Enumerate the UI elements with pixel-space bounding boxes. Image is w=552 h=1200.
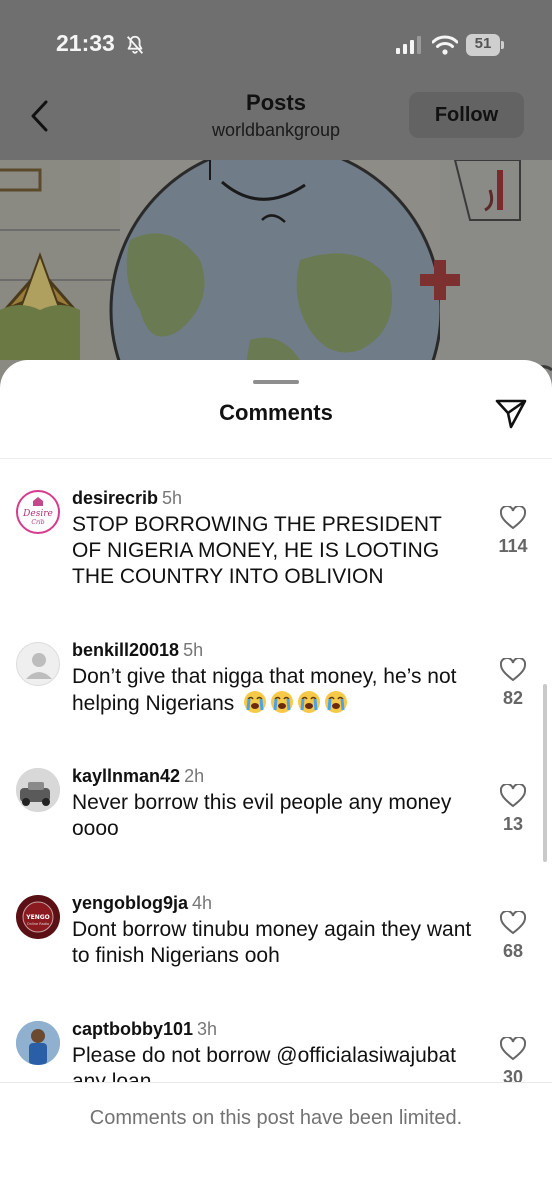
comment-username[interactable]: yengoblog9ja [72,893,188,913]
comment-header: desirecrib 5h [72,488,182,509]
comment-time: 5h [183,640,204,660]
avatar[interactable] [16,768,60,812]
status-bar: 21:33 51 [0,0,552,90]
status-time: 21:33 [56,30,115,56]
comment-header: benkill20018 5h [72,640,203,661]
comment-username[interactable]: desirecrib [72,488,158,508]
comment-username[interactable]: benkill20018 [72,640,179,660]
avatar[interactable] [16,1021,60,1065]
comments-limited-notice: Comments on this post have been limited. [89,1107,463,1129]
paper-plane-icon[interactable] [494,398,528,430]
comments-sheet: Comments Desire Crib desirecrib 5h STOP B… [0,360,552,1200]
comment-time: 2h [184,766,205,786]
heart-icon[interactable] [500,784,526,808]
sheet-title: Comments [219,400,333,425]
avatar-text: Crib [31,519,44,526]
battery-level: 51 [474,35,492,52]
avatar-text: Online Radio [27,922,49,926]
drag-handle[interactable] [253,380,299,384]
avatar[interactable]: YENGO Online Radio [16,895,60,939]
comment-text: Don’t give that nigga that money, he’s n… [72,664,472,717]
avatar[interactable] [16,642,60,686]
comment-time: 4h [192,893,213,913]
crying-face-icon [298,691,321,713]
comment-header: captbobby101 3h [72,1019,217,1040]
avatar-text: Desire [22,509,53,519]
avatar[interactable]: Desire Crib [16,490,60,534]
like-count: 30 [502,1067,524,1082]
comment-time: 3h [197,1019,218,1039]
comment-text: STOP BORROWING THE PRESIDENT OF NIGERIA … [72,513,442,588]
comment-text: Never borrow this evil people any money … [72,791,452,840]
like-count: 13 [502,814,524,834]
comment-header: yengoblog9ja 4h [72,893,212,914]
posts-header: Posts worldbankgroup Follow [0,90,552,160]
heart-icon[interactable] [500,506,526,530]
comments-list[interactable]: Desire Crib desirecrib 5h STOP BORROWING … [0,460,552,1082]
signal-icon [396,36,421,54]
avatar-text: YENGO [25,914,50,921]
bell-slash-icon [126,35,144,54]
follow-button[interactable]: Follow [409,92,524,138]
comment-text: Please do not borrow @officialasiwajubat… [72,1044,456,1082]
crying-face-icon [325,691,348,713]
heart-icon[interactable] [500,911,526,935]
comment-time: 5h [162,488,183,508]
comment-header: kayllnman42 2h [72,766,204,787]
like-count: 82 [502,688,524,708]
comments-footer: Comments on this post have been limited. [0,1082,552,1200]
divider [0,458,552,459]
like-count: 114 [498,536,528,556]
battery-icon: 51 [466,34,504,56]
heart-icon[interactable] [500,658,526,682]
wifi-icon [432,35,458,55]
like-count: 68 [502,941,524,961]
crying-face-icon [271,691,294,713]
scrollbar[interactable] [543,684,547,862]
comment-text: Dont borrow tinubu money again they want… [72,918,472,967]
heart-icon[interactable] [500,1037,526,1061]
comment-username[interactable]: captbobby101 [72,1019,193,1039]
crying-face-icon [244,691,267,713]
comment-username[interactable]: kayllnman42 [72,766,180,786]
